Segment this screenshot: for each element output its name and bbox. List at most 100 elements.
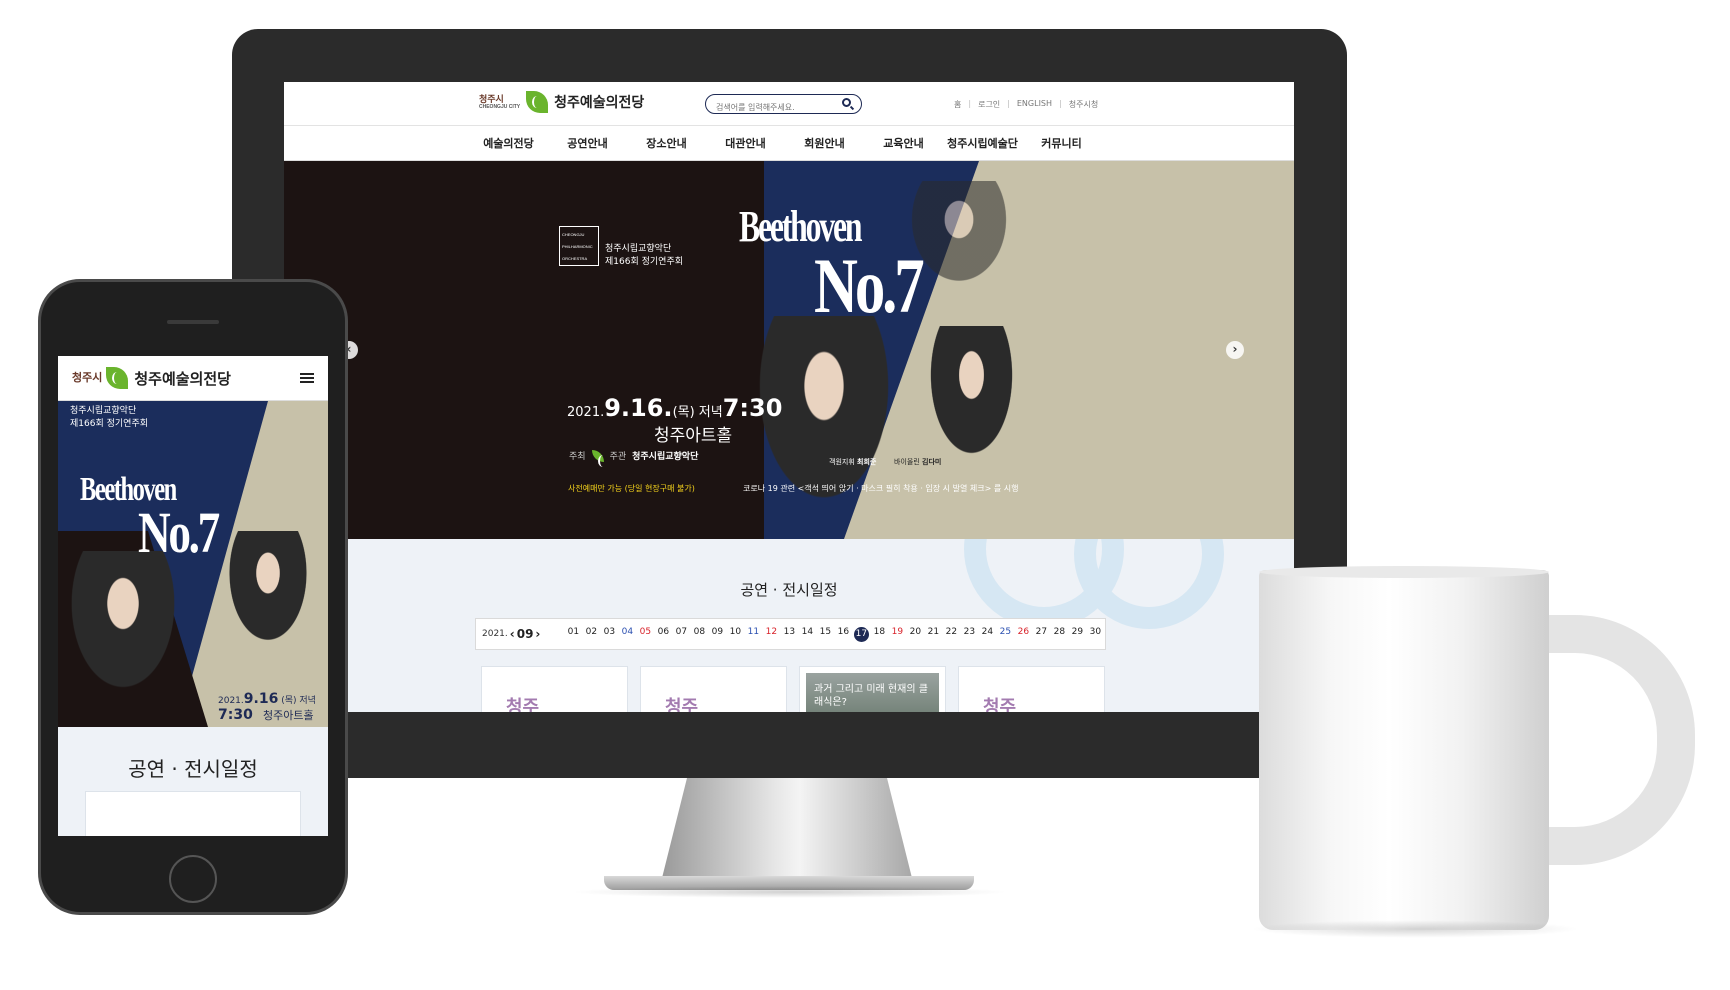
- calendar-day[interactable]: 13: [780, 627, 798, 642]
- calendar-day[interactable]: 08: [690, 627, 708, 642]
- mobile-conductor-photo: [63, 551, 183, 701]
- main-nav: 예술의전당 공연안내 장소안내 대관안내 회원안내 교육안내 청주시립예술단 커…: [284, 126, 1294, 161]
- covid-note: 코로나 19 관련 <객석 띄어 앉기 · 마스크 필히 착용 · 입장 시 발…: [743, 484, 1019, 493]
- nav-item-rental[interactable]: 대관안내: [706, 135, 785, 151]
- mobile-orchestra-name: 청주시립교향악단 제166회 정기연주회: [70, 406, 148, 429]
- mobile-website: 청주시 청주예술의전당 청주시립교향악단 제166회 정기연주회 Beethov…: [58, 356, 328, 836]
- event-card-title: 청주: [506, 697, 540, 712]
- prev-month-chevron-icon[interactable]: ‹: [510, 627, 515, 641]
- util-link-english[interactable]: ENGLISH: [1017, 99, 1052, 110]
- calendar-bar: 2021. ‹ 09 › 01 02 03 04 05 06 07 08 09 10 11 12 13 1…: [475, 618, 1106, 650]
- logo-name: 청주예술의전당: [554, 95, 645, 111]
- separator: |: [968, 99, 972, 108]
- mobile-violinist-photo: [223, 531, 313, 651]
- next-month-chevron-icon[interactable]: ›: [535, 627, 540, 641]
- separator: |: [1059, 99, 1062, 108]
- logo-city-mark: 청주시 CHEONGJU CITY: [479, 93, 521, 110]
- separator: |: [1007, 99, 1010, 108]
- nav-item-community[interactable]: 커뮤니티: [1022, 135, 1101, 151]
- nav-item-city-arts-troupe[interactable]: 청주시립예술단: [943, 135, 1022, 151]
- event-card[interactable]: 청주: [481, 666, 628, 712]
- orchestra-name: 청주시립교향악단 제166회 정기연주회: [605, 244, 683, 267]
- site-logo[interactable]: 청주시 CHEONGJU CITY 청주예술의전당: [479, 91, 644, 113]
- calendar-day[interactable]: 09: [708, 627, 726, 642]
- search-box: [705, 94, 862, 116]
- calendar-day[interactable]: 27: [1032, 627, 1050, 642]
- stand-shadow: [570, 886, 1010, 898]
- util-link-home[interactable]: 홈: [954, 99, 961, 110]
- hero-banner[interactable]: CHEONGJU PHILHARMONIC ORCHESTRA 청주시립교향악단…: [284, 161, 1294, 539]
- event-card-title: 과거 그리고 미래 현재의 클래식은?: [806, 673, 939, 712]
- calendar-day-selected[interactable]: 17: [853, 626, 869, 642]
- calendar-day[interactable]: 16: [834, 627, 852, 642]
- event-cards: 청주 청주 과거 그리고 미래 현재의 클래식은? 청주: [481, 666, 1105, 712]
- desktop-website: 청주시 CHEONGJU CITY 청주예술의전당 홈 | 로그인 | ENGL…: [284, 82, 1294, 712]
- orchestra-logo: CHEONGJU PHILHARMONIC ORCHESTRA: [559, 226, 599, 266]
- calendar-day[interactable]: 23: [960, 627, 978, 642]
- mobile-logo-name[interactable]: 청주예술의전당: [134, 368, 231, 389]
- mobile-concert-venue: 청주아트홀: [263, 709, 314, 722]
- hamburger-menu-icon[interactable]: [300, 373, 314, 383]
- calendar-day[interactable]: 05: [636, 627, 654, 642]
- site-header: 청주시 CHEONGJU CITY 청주예술의전당 홈 | 로그인 | ENGL…: [284, 82, 1294, 126]
- calendar-day[interactable]: 04: [618, 627, 636, 642]
- calendar-day[interactable]: 24: [978, 627, 996, 642]
- conductor-label: 객원지휘 최희준: [829, 458, 877, 466]
- search-icon[interactable]: [842, 98, 851, 107]
- event-card-title: 청주: [665, 697, 699, 712]
- calendar-day[interactable]: 14: [798, 627, 816, 642]
- calendar-day[interactable]: 30: [1086, 627, 1104, 642]
- calendar-day[interactable]: 28: [1050, 627, 1068, 642]
- mobile-header: 청주시 청주예술의전당: [58, 356, 328, 401]
- calendar-day[interactable]: 01: [564, 627, 582, 642]
- mobile-event-card[interactable]: [85, 791, 301, 836]
- mobile-hero-banner[interactable]: 청주시립교향악단 제166회 정기연주회 Beethoven No.7 2021…: [58, 401, 328, 727]
- calendar-day[interactable]: 06: [654, 627, 672, 642]
- mobile-logo-city: 청주시: [72, 371, 103, 384]
- concert-date: 2021.9.16.(목) 저녁7:30: [567, 394, 783, 422]
- event-card[interactable]: 과거 그리고 미래 현재의 클래식은?: [799, 666, 946, 712]
- calendar-day[interactable]: 19: [888, 627, 906, 642]
- nav-item-arts-center[interactable]: 예술의전당: [469, 135, 548, 151]
- calendar-day[interactable]: 18: [870, 627, 888, 642]
- calendar-day[interactable]: 03: [600, 627, 618, 642]
- calendar-day[interactable]: 10: [726, 627, 744, 642]
- nav-item-membership[interactable]: 회원안내: [785, 135, 864, 151]
- calendar-day[interactable]: 29: [1068, 627, 1086, 642]
- presale-note: 사전예매만 가능 (당일 현장구매 불가): [568, 484, 695, 493]
- calendar-month: 09: [516, 627, 534, 641]
- util-link-login[interactable]: 로그인: [978, 99, 1000, 110]
- event-card[interactable]: 청주: [640, 666, 787, 712]
- nav-item-education[interactable]: 교육안내: [864, 135, 943, 151]
- monitor-stand: [662, 778, 912, 878]
- calendar-day[interactable]: 22: [942, 627, 960, 642]
- nav-item-venues[interactable]: 장소안내: [627, 135, 706, 151]
- mobile-schedule-section: 공연 · 전시일정: [58, 727, 328, 836]
- calendar-day[interactable]: 15: [816, 627, 834, 642]
- nav-item-performances[interactable]: 공연안내: [548, 135, 627, 151]
- calendar-day[interactable]: 20: [906, 627, 924, 642]
- util-link-cityhall[interactable]: 청주시청: [1069, 99, 1098, 110]
- search-input[interactable]: [716, 99, 836, 116]
- calendar-day[interactable]: 21: [924, 627, 942, 642]
- event-card[interactable]: 청주: [958, 666, 1105, 712]
- mobile-title-no7: No.7: [138, 500, 220, 565]
- calendar-year: 2021.: [482, 629, 508, 639]
- violinist-label: 바이올린 김다미: [894, 458, 942, 466]
- schedule-section: 공연 · 전시일정 2021. ‹ 09 › 01 02 03 04 05 06 07 08 0…: [284, 539, 1294, 712]
- calendar-day[interactable]: 12: [762, 627, 780, 642]
- calendar-day[interactable]: 11: [744, 627, 762, 642]
- hero-next-arrow-icon[interactable]: ›: [1226, 341, 1244, 359]
- phone-speaker: [167, 320, 219, 324]
- calendar-day[interactable]: 26: [1014, 627, 1032, 642]
- utility-links: 홈 | 로그인 | ENGLISH | 청주시청: [954, 99, 1098, 110]
- phone-home-button: [169, 855, 217, 903]
- concert-venue: 청주아트홀: [654, 426, 733, 446]
- violinist-photo: [924, 326, 1019, 466]
- calendar-day[interactable]: 02: [582, 627, 600, 642]
- calendar-day[interactable]: 25: [996, 627, 1014, 642]
- leaf-logo-icon: [526, 91, 549, 113]
- concert-hosts: 주최 주관 청주시립교향악단: [569, 449, 698, 467]
- mobile-schedule-title: 공연 · 전시일정: [128, 757, 258, 781]
- calendar-day[interactable]: 07: [672, 627, 690, 642]
